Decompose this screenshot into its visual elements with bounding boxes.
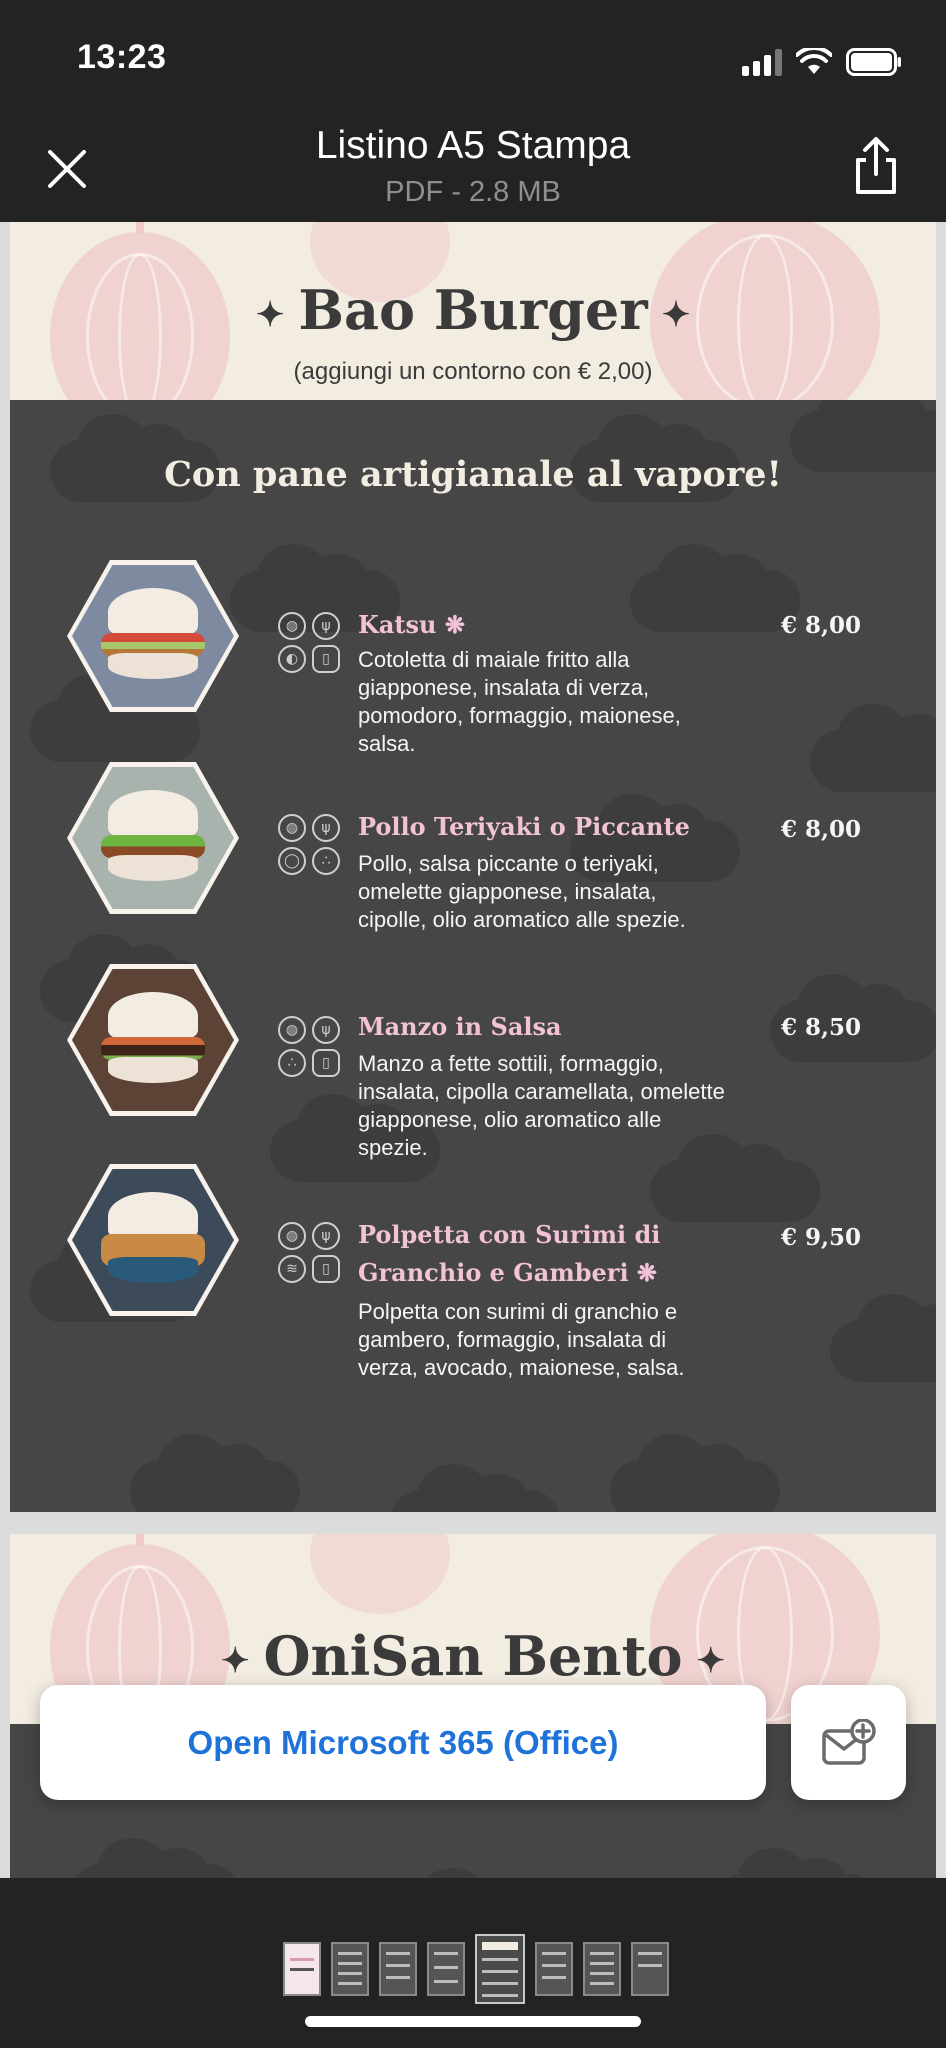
page-thumbnail[interactable] <box>283 1942 321 1996</box>
item-name: Manzo in Salsa <box>358 1012 562 1041</box>
share-icon <box>856 137 896 194</box>
section-title: ✦ OniSan Bento ✦ <box>220 1624 726 1688</box>
pdf-page-bao-burger: ✦ Bao Burger ✦ (aggiungi un contorno con €… <box>10 222 936 1512</box>
asterisk-icon: ❋ <box>636 1258 658 1287</box>
page-banner: ✦ Bao Burger ✦ (aggiungi un contorno con €… <box>10 222 936 400</box>
status-bar: 13:23 <box>0 0 946 110</box>
milk-icon: ▯ <box>312 645 340 673</box>
sesame-icon: ∴ <box>312 847 340 875</box>
egg-icon: ◯ <box>278 847 306 875</box>
document-viewport[interactable]: ✦ Bao Burger ✦ (aggiungi un contorno con €… <box>0 222 946 1878</box>
item-description: Manzo a fette sottili, formaggio, insala… <box>358 1051 725 1160</box>
page-thumbnail[interactable] <box>631 1942 669 1996</box>
status-icons <box>742 44 902 76</box>
open-microsoft-365-button[interactable]: Open Microsoft 365 (Office) <box>40 1685 766 1800</box>
share-button[interactable] <box>846 134 906 198</box>
document-title: Listino A5 Stampa <box>315 124 631 167</box>
allergen-icons: ◍ ψ ≋ ▯ <box>278 1222 340 1283</box>
wheat-icon: ψ <box>312 1016 340 1044</box>
page-thumbnail-current[interactable] <box>475 1934 525 2004</box>
page-thumbnail[interactable] <box>379 1942 417 1996</box>
item-description: Pollo, salsa piccante o teriyaki, omelet… <box>358 851 686 932</box>
wifi-icon <box>796 48 832 76</box>
document-header: Listino A5 Stampa PDF - 2.8 MB <box>0 110 946 222</box>
wheat-icon: ψ <box>312 1222 340 1250</box>
document-subtitle: PDF - 2.8 MB <box>385 176 561 208</box>
asterisk-icon: ❋ <box>444 610 465 639</box>
item-name: Pollo Teriyaki o Piccante <box>358 812 690 841</box>
allergen-icons: ◍ ψ ◯ ∴ <box>278 814 340 875</box>
status-time: 13:23 <box>77 38 167 76</box>
page-thumbnail[interactable] <box>331 1942 369 1996</box>
home-indicator[interactable] <box>305 2016 641 2027</box>
cellular-signal-icon <box>742 48 782 76</box>
mail-add-icon <box>821 1718 876 1765</box>
item-name: Katsu ❋ <box>358 610 465 639</box>
section-note: (aggiungi un contorno con € 2,00) <box>293 358 653 385</box>
gluten-icon: ◍ <box>278 612 306 640</box>
milk-icon: ▯ <box>312 1049 340 1077</box>
mustard-icon: ◐ <box>278 645 306 673</box>
mail-add-button[interactable] <box>791 1685 906 1800</box>
battery-icon <box>846 48 902 76</box>
star-icon: ✦ <box>255 294 285 335</box>
lantern-decoration <box>310 1534 450 1614</box>
wheat-icon: ψ <box>312 612 340 640</box>
item-description: Polpetta con surimi di granchio e gamber… <box>358 1299 685 1380</box>
page-thumbnail[interactable] <box>427 1942 465 1996</box>
allergen-icons: ◍ ψ ∴ ▯ <box>278 1016 340 1077</box>
item-price: € 8,00 <box>780 612 861 639</box>
star-icon: ✦ <box>661 294 691 335</box>
item-name: Polpetta con Surimi di Granchio e Gamber… <box>358 1220 661 1287</box>
page-thumbnail[interactable] <box>583 1942 621 1996</box>
gluten-icon: ◍ <box>278 1222 306 1250</box>
item-price: € 8,00 <box>780 816 861 843</box>
wheat-icon: ψ <box>312 814 340 842</box>
item-description: Cotoletta di maiale fritto alla giappone… <box>358 647 681 756</box>
sesame-icon: ∴ <box>278 1049 306 1077</box>
gluten-icon: ◍ <box>278 1016 306 1044</box>
page-thumbnail-strip <box>0 1878 946 2048</box>
gluten-icon: ◍ <box>278 814 306 842</box>
item-price: € 9,50 <box>780 1224 861 1251</box>
shellfish-icon: ≋ <box>278 1255 306 1283</box>
section-title: ✦ Bao Burger ✦ <box>255 278 691 342</box>
section-slogan: Con pane artigianale al vapore! <box>164 454 782 495</box>
star-icon: ✦ <box>696 1640 726 1681</box>
milk-icon: ▯ <box>312 1255 340 1283</box>
item-price: € 8,50 <box>780 1014 861 1041</box>
star-icon: ✦ <box>220 1640 250 1681</box>
allergen-icons: ◍ ψ ◐ ▯ <box>278 612 340 673</box>
page-thumbnail[interactable] <box>535 1942 573 1996</box>
thumbnail-list <box>283 1934 669 2004</box>
